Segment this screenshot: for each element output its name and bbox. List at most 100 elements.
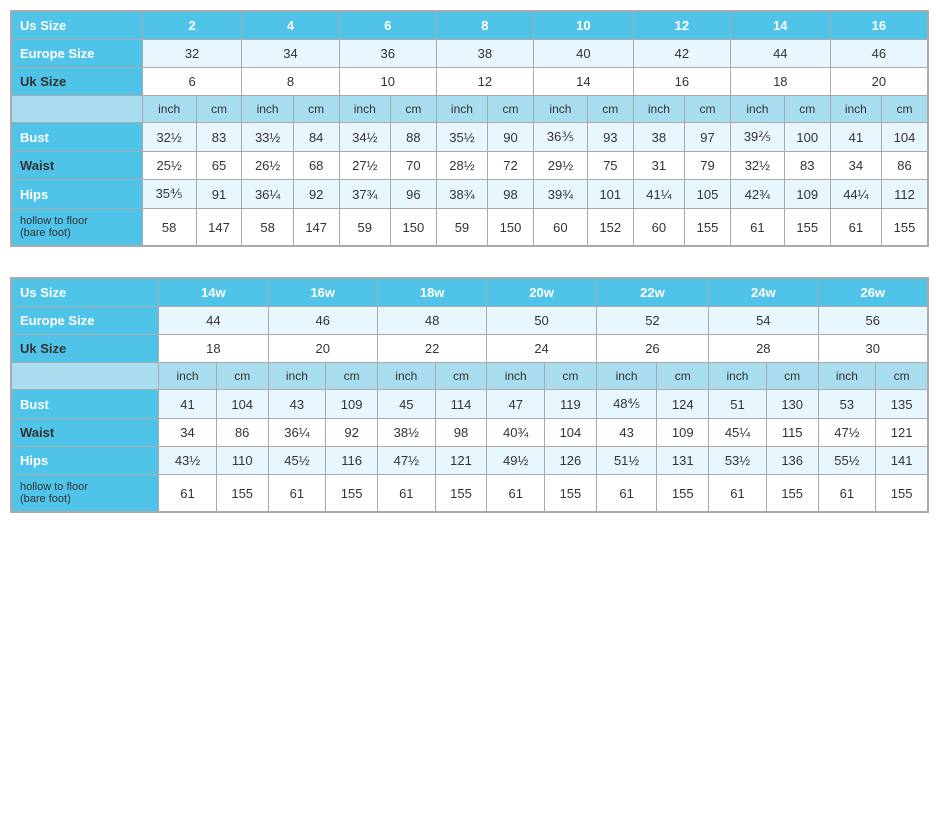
hollow-cm-7: 155 <box>784 209 830 246</box>
hips-cm-3: 96 <box>390 180 436 209</box>
hips2-cm-3: 121 <box>435 447 487 475</box>
hollow2-cm-2: 155 <box>326 475 378 512</box>
bust-cm-1: 83 <box>196 123 242 152</box>
unit2-inch-1: inch <box>159 363 217 390</box>
hollow-inch-4: 59 <box>436 209 487 246</box>
unit-empty <box>12 96 143 123</box>
eu-44: 44 <box>730 40 830 68</box>
hollow-inch-5: 60 <box>533 209 587 246</box>
bust-cm-3: 88 <box>390 123 436 152</box>
hips-cm-1: 91 <box>196 180 242 209</box>
us-size-row: Us Size 2 4 6 8 10 12 14 16 <box>12 12 928 40</box>
hips-inch-2: 36¼ <box>242 180 293 209</box>
bust2-cm-1: 104 <box>216 390 268 419</box>
unit-inch-7: inch <box>730 96 784 123</box>
uk2-26: 26 <box>596 335 708 363</box>
uk2-30: 30 <box>818 335 927 363</box>
bust2-cm-7: 135 <box>876 390 928 419</box>
bust2-inch-1: 41 <box>159 390 217 419</box>
unit-inch-1: inch <box>142 96 196 123</box>
unit2-cm-6: cm <box>766 363 818 390</box>
hips2-cm-5: 131 <box>657 447 709 475</box>
unit-inch-2: inch <box>242 96 293 123</box>
hips-inch-1: 35⅘ <box>142 180 196 209</box>
bust-row: Bust 32½ 83 33½ 84 34½ 88 35½ 90 36⅗ 93 … <box>12 123 928 152</box>
bust-inch-3: 34½ <box>339 123 390 152</box>
hollow-cm-1: 147 <box>196 209 242 246</box>
unit-inch-4: inch <box>436 96 487 123</box>
uk-20: 20 <box>830 68 927 96</box>
unit-header-row: inch cm inch cm inch cm inch cm inch cm … <box>12 96 928 123</box>
eu2-50: 50 <box>487 307 596 335</box>
hips2-cm-7: 141 <box>876 447 928 475</box>
waist-inch-8: 34 <box>830 152 881 180</box>
hollow-cm-8: 155 <box>881 209 927 246</box>
hollow-inch-2: 58 <box>242 209 293 246</box>
unit2-cm-1: cm <box>216 363 268 390</box>
us-size-14: 14 <box>730 12 830 40</box>
bust-cm-2: 84 <box>293 123 339 152</box>
hips2-cm-4: 126 <box>545 447 597 475</box>
hips2-inch-3: 47½ <box>377 447 435 475</box>
hollow-row: hollow to floor(bare foot) 58 147 58 147… <box>12 209 928 246</box>
us-size-2: 2 <box>142 12 242 40</box>
waist2-cm-6: 115 <box>766 419 818 447</box>
hips2-inch-5: 51½ <box>596 447 657 475</box>
unit2-inch-7: inch <box>818 363 876 390</box>
waist-cm-5: 75 <box>587 152 633 180</box>
us-size-4: 4 <box>242 12 339 40</box>
hollow2-inch-2: 61 <box>268 475 326 512</box>
bust-inch-1: 32½ <box>142 123 196 152</box>
waist2-inch-2: 36¼ <box>268 419 326 447</box>
unit-inch-5: inch <box>533 96 587 123</box>
waist2-cm-4: 104 <box>545 419 597 447</box>
hips-cm-4: 98 <box>488 180 534 209</box>
unit-cm-1: cm <box>196 96 242 123</box>
bust-label-2: Bust <box>12 390 159 419</box>
unit-cm-4: cm <box>488 96 534 123</box>
hips-inch-4: 38¾ <box>436 180 487 209</box>
bust-inch-2: 33½ <box>242 123 293 152</box>
bust-cm-5: 93 <box>587 123 633 152</box>
waist2-cm-2: 92 <box>326 419 378 447</box>
unit-cm-7: cm <box>784 96 830 123</box>
uk-size-row: Uk Size 6 8 10 12 14 16 18 20 <box>12 68 928 96</box>
waist2-inch-7: 47½ <box>818 419 876 447</box>
us-size-row-2: Us Size 14w 16w 18w 20w 22w 24w 26w <box>12 279 928 307</box>
unit2-inch-2: inch <box>268 363 326 390</box>
hollow2-cm-1: 155 <box>216 475 268 512</box>
waist2-cm-3: 98 <box>435 419 487 447</box>
eu2-54: 54 <box>709 307 818 335</box>
us-16w: 16w <box>268 279 377 307</box>
unit2-cm-4: cm <box>545 363 597 390</box>
waist2-inch-1: 34 <box>159 419 217 447</box>
waist-inch-2: 26½ <box>242 152 293 180</box>
unit-cm-6: cm <box>685 96 731 123</box>
hips2-cm-2: 116 <box>326 447 378 475</box>
waist-label: Waist <box>12 152 143 180</box>
eu2-48: 48 <box>377 307 486 335</box>
hollow-label-2: hollow to floor(bare foot) <box>12 475 159 512</box>
waist-inch-5: 29½ <box>533 152 587 180</box>
bust-inch-6: 38 <box>633 123 684 152</box>
size-table-2: Us Size 14w 16w 18w 20w 22w 24w 26w Euro… <box>10 277 929 513</box>
waist-cm-1: 65 <box>196 152 242 180</box>
us-size-10: 10 <box>533 12 633 40</box>
bust2-cm-4: 119 <box>545 390 597 419</box>
eu2-44: 44 <box>159 307 268 335</box>
waist2-cm-7: 121 <box>876 419 928 447</box>
bust2-inch-3: 45 <box>377 390 435 419</box>
eu-40: 40 <box>533 40 633 68</box>
hips-inch-5: 39¾ <box>533 180 587 209</box>
hips-inch-7: 42¾ <box>730 180 784 209</box>
uk-8: 8 <box>242 68 339 96</box>
us-size-16: 16 <box>830 12 927 40</box>
eu-38: 38 <box>436 40 533 68</box>
hollow-inch-6: 60 <box>633 209 684 246</box>
bust2-cm-2: 109 <box>326 390 378 419</box>
uk2-28: 28 <box>709 335 818 363</box>
us-size-label-2: Us Size <box>12 279 159 307</box>
eu-46: 46 <box>830 40 927 68</box>
hollow2-inch-7: 61 <box>818 475 876 512</box>
hips-cm-2: 92 <box>293 180 339 209</box>
